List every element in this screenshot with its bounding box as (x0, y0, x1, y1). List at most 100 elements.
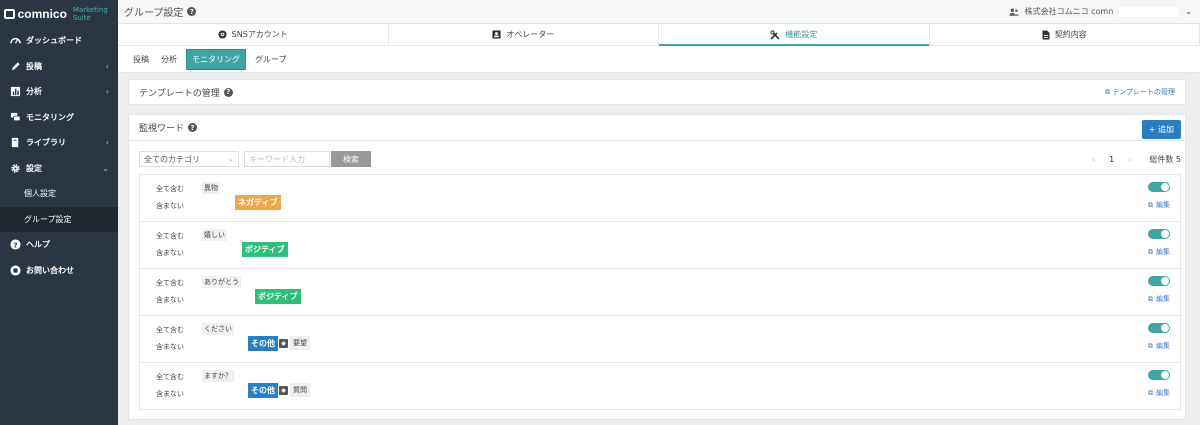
current-page[interactable]: 1 (1109, 155, 1114, 164)
help-icon[interactable]: ? (188, 123, 198, 132)
keyword-chip: 嬉しい (202, 229, 227, 241)
tools-icon (770, 29, 780, 40)
sidebar-item-label: 個人設定 (24, 189, 56, 199)
enable-toggle[interactable] (1148, 370, 1170, 380)
sidebar-item-post[interactable]: 投稿 ‹ (0, 54, 118, 80)
include-label: 全て含む (156, 185, 184, 193)
edit-label: 編集 (1156, 201, 1170, 209)
chevron-left-icon: ‹ (105, 87, 109, 97)
id-card-icon (492, 30, 501, 39)
add-button[interactable]: + 追加 (1141, 120, 1181, 139)
tab-sns-accounts[interactable]: SNSアカウント (118, 24, 389, 45)
users-icon (1009, 8, 1019, 16)
sub-tabs: 投稿 分析 モニタリング グループ (118, 46, 1200, 73)
category-select-value: 全てのカテゴリ (144, 154, 200, 164)
template-panel-title: テンプレートの管理 (139, 88, 220, 99)
edit-link[interactable]: ⧉ 編集 (1148, 341, 1170, 351)
chevron-down-icon: ⌄ (228, 155, 234, 163)
include-label: 全て含む (156, 373, 184, 381)
sidebar-item-settings[interactable]: 設定 ⌄ (0, 156, 118, 182)
subtab-post[interactable]: 投稿 (130, 50, 152, 69)
sidebar-item-dashboard[interactable]: ダッシュボード (0, 28, 118, 54)
sentiment-badge: その他 (248, 336, 278, 351)
enable-toggle[interactable] (1148, 276, 1170, 286)
next-page-icon[interactable]: › (1128, 155, 1131, 164)
prev-page-icon[interactable]: ‹ (1092, 155, 1095, 164)
sidebar-item-label: ライブラリ (26, 138, 66, 148)
edit-label: 編集 (1156, 389, 1170, 397)
sidebar-item-label: モニタリング (26, 112, 74, 122)
top-bar: グループ設定 ? 株式会社コムニコ comn ⌄ (118, 0, 1200, 24)
help-icon[interactable]: ? (187, 7, 197, 16)
chevron-left-icon: ‹ (105, 61, 109, 71)
subtab-monitoring[interactable]: モニタリング (186, 48, 246, 70)
total-count: 総件数 5 (1149, 154, 1181, 164)
help-icon: ? (10, 239, 21, 250)
sentiment-badge: ポジティブ (242, 242, 288, 257)
exclude-label: 含まない (156, 390, 184, 398)
sidebar-item-help[interactable]: ? ヘルプ (0, 232, 118, 258)
sidebar-item-analytics[interactable]: 分析 ‹ (0, 79, 118, 105)
sidebar-item-group-settings[interactable]: グループ設定 (0, 206, 118, 232)
subtab-analytics[interactable]: 分析 (158, 50, 180, 69)
enable-toggle[interactable] (1148, 229, 1170, 239)
monitor-words-panel: 監視ワード ? + 追加 全てのカテゴリ ⌄ キーワード入力 検索 ‹ 1 › … (128, 114, 1186, 420)
account-area[interactable]: 株式会社コムニコ comn ⌄ (1009, 6, 1200, 17)
edit-label: 編集 (1156, 248, 1170, 256)
link-label: テンプレートの管理 (1112, 88, 1175, 96)
subtab-group[interactable]: グループ (252, 50, 290, 69)
sidebar-item-label: 設定 (26, 163, 42, 173)
sidebar-item-label: 投稿 (26, 61, 42, 71)
bar-chart-icon (10, 86, 21, 97)
pagination: ‹ 1 › (1092, 155, 1132, 164)
sentiment-badge: ネガティブ (235, 195, 281, 210)
document-icon (1042, 30, 1050, 39)
sidebar-item-label: 分析 (26, 87, 42, 97)
edit-label: 編集 (1156, 342, 1170, 350)
tab-contract[interactable]: 契約内容 (930, 24, 1200, 45)
tab-label: オペレーター (506, 30, 555, 39)
edit-link[interactable]: ⧉ 編集 (1148, 294, 1170, 304)
keyword-chip: ありがとう (202, 276, 241, 288)
sidebar-item-label: ダッシュボード (26, 36, 82, 46)
sidebar-item-library[interactable]: ライブラリ ‹ (0, 130, 118, 156)
sidebar-item-contact[interactable]: お問い合わせ (0, 258, 118, 284)
keyword-chip: 異物 (202, 182, 220, 194)
edit-label: 編集 (1156, 295, 1170, 303)
chevron-down-icon: ⌄ (1185, 7, 1192, 16)
company-name: 株式会社コムニコ comn (1024, 7, 1114, 16)
monitor-logo-icon (4, 9, 15, 19)
search-button[interactable]: 検索 (331, 151, 371, 167)
edit-icon: ⧉ (1148, 341, 1153, 350)
template-management-link[interactable]: ⧉ テンプレートの管理 (1105, 87, 1185, 97)
sidebar-item-label: お問い合わせ (26, 265, 74, 275)
category-label-name: 要望 (290, 336, 310, 350)
dashboard-icon (10, 35, 21, 46)
edit-link[interactable]: ⧉ 編集 (1148, 247, 1170, 257)
brand-suite: Marketing Suite (72, 6, 108, 22)
help-icon[interactable]: ? (223, 87, 233, 97)
book-icon (10, 137, 21, 148)
tab-operators[interactable]: オペレーター (389, 24, 659, 45)
contact-icon (10, 265, 21, 276)
keyword-input[interactable]: キーワード入力 (244, 151, 330, 167)
monitor-words-title: 監視ワード (139, 124, 185, 134)
tab-feature-settings[interactable]: 機能設定 (659, 24, 930, 46)
category-select[interactable]: 全てのカテゴリ ⌄ (139, 151, 239, 167)
tag-icon: ◆ (279, 385, 288, 395)
enable-toggle[interactable] (1148, 323, 1170, 333)
sidebar-item-label: グループ設定 (24, 214, 72, 224)
pencil-icon (10, 61, 21, 72)
sidebar-item-personal-settings[interactable]: 個人設定 (0, 181, 118, 207)
category-label: ◆ 要望 (279, 336, 310, 350)
edit-link[interactable]: ⧉ 編集 (1148, 200, 1170, 210)
app-logo[interactable]: comnico Marketing Suite (0, 0, 118, 28)
tag-icon: ◆ (279, 338, 288, 348)
brand-name: comnico (17, 7, 67, 21)
monitor-words-header: 監視ワード ? (129, 115, 1185, 141)
sidebar-item-monitoring[interactable]: モニタリング (0, 105, 118, 131)
gear-icon (10, 163, 21, 174)
edit-link[interactable]: ⧉ 編集 (1148, 388, 1170, 398)
enable-toggle[interactable] (1148, 182, 1170, 192)
monitor-word-row: 全て含む 含まない ください その他 ◆ 要望 ⧉ 編集 (139, 315, 1181, 363)
